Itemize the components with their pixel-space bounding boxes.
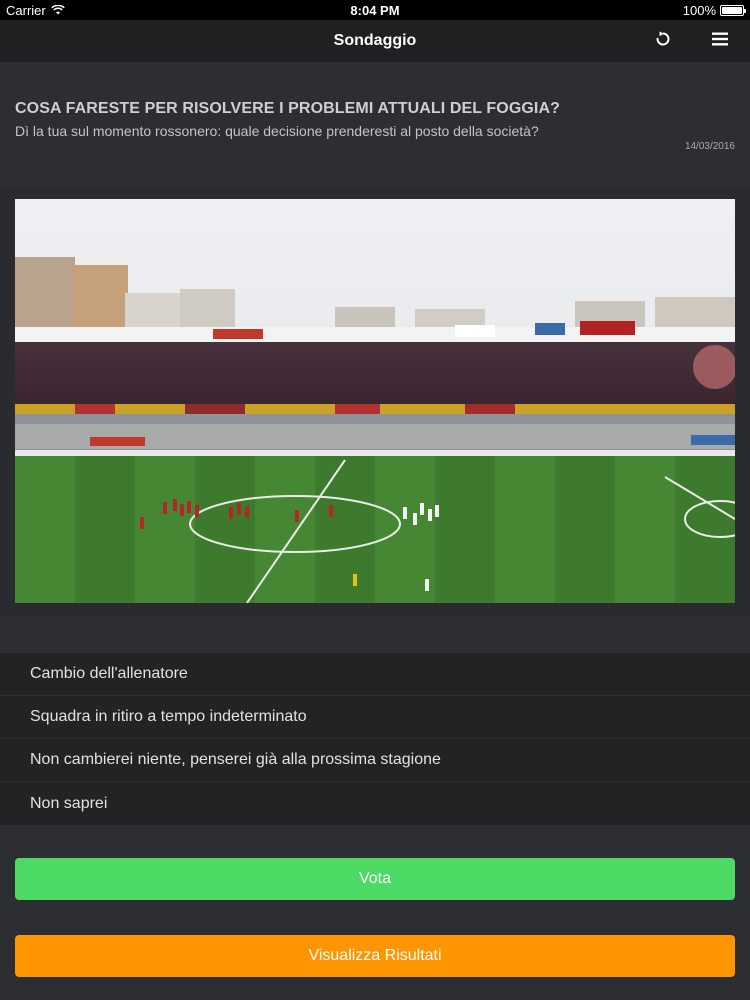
menu-button[interactable]: [707, 29, 733, 53]
stadium-photo: [15, 199, 735, 603]
poll-date: 14/03/2016: [684, 141, 735, 152]
action-buttons: Vota Visualizza Risultati: [0, 825, 750, 1000]
refresh-icon: [655, 31, 671, 52]
hamburger-menu-icon: [712, 32, 728, 51]
poll-option[interactable]: Non cambierei niente, penserei già alla …: [0, 739, 750, 782]
poll-option-label: Squadra in ritiro a tempo indeterminato: [30, 708, 307, 725]
battery-label: 100%: [682, 3, 716, 18]
status-bar: Carrier 8:04 PM 100%: [0, 0, 750, 20]
refresh-button[interactable]: [650, 29, 676, 53]
navigation-bar: Sondaggio: [0, 20, 750, 62]
section-spacer: [0, 617, 750, 653]
status-right: 100%: [682, 3, 746, 18]
poll-subtitle: Dì la tua sul momento rossonero: quale d…: [15, 123, 539, 139]
page-title: Sondaggio: [333, 32, 417, 49]
view-results-button[interactable]: Visualizza Risultati: [15, 935, 735, 977]
poll-header: COSA FARESTE PER RISOLVERE I PROBLEMI AT…: [0, 62, 750, 189]
vote-button[interactable]: Vota: [15, 858, 735, 900]
poll-options-list: Cambio dell'allenatore Squadra in ritiro…: [0, 653, 750, 825]
status-time: 8:04 PM: [350, 3, 400, 18]
poll-option[interactable]: Cambio dell'allenatore: [0, 653, 750, 696]
poll-option-label: Non saprei: [30, 794, 108, 812]
poll-option-label: Non cambierei niente, penserei già alla …: [30, 751, 441, 768]
poll-option[interactable]: Non saprei: [0, 782, 750, 825]
poll-title: COSA FARESTE PER RISOLVERE I PROBLEMI AT…: [15, 100, 560, 117]
image-section: [0, 189, 750, 617]
battery-icon: [720, 5, 746, 16]
poll-option[interactable]: Squadra in ritiro a tempo indeterminato: [0, 696, 750, 739]
poll-option-label: Cambio dell'allenatore: [30, 665, 188, 682]
